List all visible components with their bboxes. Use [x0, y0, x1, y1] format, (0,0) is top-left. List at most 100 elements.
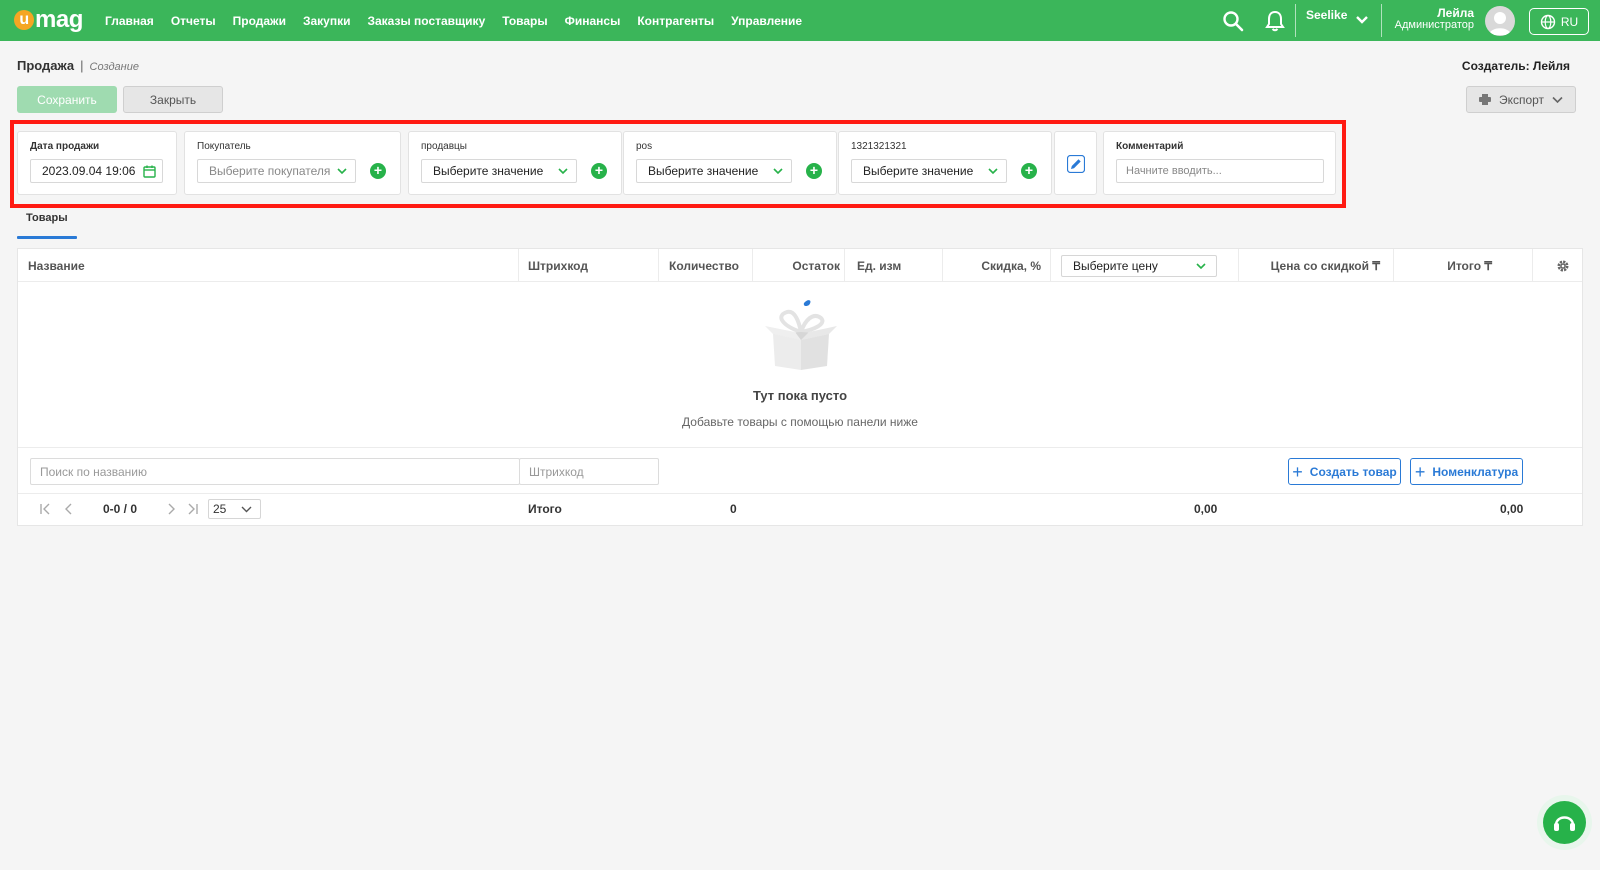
- nav-item-finance[interactable]: Финансы: [565, 14, 621, 28]
- barcode-input[interactable]: Штрихкод: [519, 458, 659, 485]
- custom-field-card: 1321321321 Выберите значение +: [838, 131, 1052, 195]
- col-name[interactable]: Название: [28, 249, 85, 282]
- buyer-select[interactable]: Выберите покупателя: [197, 159, 356, 183]
- printer-icon: [1478, 94, 1491, 105]
- chevron-down-icon[interactable]: [1355, 15, 1369, 25]
- comment-card: Комментарий Начните вводить...: [1103, 131, 1336, 195]
- sale-date-label: Дата продажи: [30, 141, 100, 152]
- sellers-card: продавцы Выберите значение +: [408, 131, 622, 195]
- comment-label: Комментарий: [1116, 141, 1184, 152]
- next-page-icon[interactable]: [164, 501, 178, 517]
- buyer-label: Покупатель: [197, 141, 251, 152]
- page-size-select[interactable]: 25: [208, 499, 261, 519]
- total-quantity: 0: [730, 502, 737, 516]
- total-label: Итого: [528, 502, 562, 516]
- nav-item-management[interactable]: Управление: [731, 14, 802, 28]
- chevron-down-icon: [988, 168, 998, 175]
- column-divider: [1050, 249, 1051, 282]
- edit-fields-card: [1054, 131, 1097, 195]
- tab-goods-underline: [17, 236, 77, 239]
- column-divider: [658, 249, 659, 282]
- sellers-select[interactable]: Выберите значение: [421, 159, 577, 183]
- language-switcher[interactable]: RU: [1529, 8, 1589, 35]
- prev-page-icon[interactable]: [62, 501, 76, 517]
- goods-table: Название Штрихкод Количество Остаток Ед.…: [17, 248, 1583, 526]
- top-bar: u mag Главная Отчеты Продажи Закупки Зака…: [0, 0, 1600, 41]
- column-divider: [752, 249, 753, 282]
- sellers-label: продавцы: [421, 141, 467, 152]
- add-buyer-button[interactable]: +: [370, 163, 386, 179]
- search-by-name-input[interactable]: Поиск по названию: [30, 458, 520, 485]
- user-avatar-icon: [1489, 12, 1511, 35]
- sale-date-input[interactable]: 2023.09.04 19:06: [30, 159, 163, 183]
- last-page-icon[interactable]: [186, 501, 200, 517]
- pagination-range: 0-0 / 0: [103, 502, 138, 516]
- empty-box-icon: [765, 300, 837, 370]
- column-divider: [844, 249, 845, 282]
- save-button[interactable]: Сохранить: [17, 86, 117, 113]
- nav-item-reports[interactable]: Отчеты: [171, 14, 216, 28]
- calendar-icon[interactable]: [143, 165, 156, 178]
- column-divider: [1532, 249, 1533, 282]
- custom-field-label: 1321321321: [851, 141, 907, 152]
- nav-item-home[interactable]: Главная: [105, 14, 154, 28]
- col-total[interactable]: Итого ₸: [1398, 249, 1492, 282]
- page-subtitle: Создание: [89, 61, 139, 73]
- col-unit[interactable]: Ед. изм: [857, 249, 901, 282]
- main-nav: Главная Отчеты Продажи Закупки Заказы по…: [105, 0, 819, 41]
- nav-item-sales[interactable]: Продажи: [233, 14, 286, 28]
- buyer-card: Покупатель Выберите покупателя +: [184, 131, 401, 195]
- nav-item-purchases[interactable]: Закупки: [303, 14, 351, 28]
- edit-pencil-icon[interactable]: [1067, 155, 1085, 173]
- pos-card: pos Выберите значение +: [623, 131, 837, 195]
- col-stock[interactable]: Остаток: [758, 249, 840, 282]
- page-title: Продажа | Создание: [17, 58, 139, 73]
- col-quantity[interactable]: Количество: [669, 249, 739, 282]
- custom-field-select[interactable]: Выберите значение: [851, 159, 1007, 183]
- comment-input[interactable]: Начните вводить...: [1116, 159, 1324, 183]
- chevron-down-icon: [773, 168, 783, 175]
- col-barcode[interactable]: Штрихкод: [528, 249, 588, 282]
- col-discount[interactable]: Скидка, %: [948, 249, 1041, 282]
- price-type-select[interactable]: Выберите цену: [1061, 255, 1217, 277]
- avatar[interactable]: [1485, 6, 1515, 36]
- headset-icon: [1554, 816, 1575, 831]
- add-custom-value-button[interactable]: +: [1021, 163, 1037, 179]
- chevron-down-icon: [1196, 263, 1206, 270]
- nav-item-counterparties[interactable]: Контрагенты: [637, 14, 714, 28]
- nav-item-supplier-orders[interactable]: Заказы поставщику: [367, 14, 485, 28]
- export-button[interactable]: Экспорт: [1466, 86, 1576, 113]
- close-button[interactable]: Закрыть: [123, 86, 223, 113]
- chevron-down-icon: [558, 168, 568, 175]
- globe-icon: [1540, 14, 1556, 29]
- first-page-icon[interactable]: [38, 501, 52, 517]
- total-sum: 0,00: [1500, 502, 1524, 516]
- chevron-down-icon: [241, 506, 252, 513]
- plus-icon: +: [1292, 461, 1303, 482]
- nomenclature-button[interactable]: + Номенклатура: [1410, 458, 1523, 485]
- store-selector[interactable]: Seelike: [1306, 8, 1347, 22]
- settings-gear-icon[interactable]: [1556, 259, 1570, 273]
- bell-icon[interactable]: [1264, 10, 1286, 32]
- sale-date-card: Дата продажи 2023.09.04 19:06: [17, 131, 177, 195]
- column-divider: [518, 249, 519, 282]
- column-divider: [1238, 249, 1239, 282]
- support-chat-button[interactable]: [1543, 801, 1586, 844]
- search-icon[interactable]: [1222, 10, 1244, 32]
- add-seller-button[interactable]: +: [591, 163, 607, 179]
- column-divider: [942, 249, 943, 282]
- add-pos-button[interactable]: +: [806, 163, 822, 179]
- chevron-down-icon: [337, 168, 347, 175]
- umag-logo[interactable]: u mag: [14, 6, 83, 34]
- col-discounted-price[interactable]: Цена со скидкой ₸: [1246, 249, 1380, 282]
- table-header: Название Штрихкод Количество Остаток Ед.…: [18, 249, 1582, 282]
- create-product-button[interactable]: + Создать товар: [1288, 458, 1401, 485]
- creator-label: Создатель: Лейля: [1461, 59, 1570, 73]
- tab-goods[interactable]: Товары: [26, 212, 68, 224]
- nav-item-products[interactable]: Товары: [502, 14, 547, 28]
- pos-select[interactable]: Выберите значение: [636, 159, 792, 183]
- table-divider: [18, 447, 1582, 448]
- chevron-down-icon: [1552, 96, 1563, 103]
- user-name[interactable]: Лейла: [1370, 7, 1474, 19]
- plus-icon: +: [1414, 461, 1426, 482]
